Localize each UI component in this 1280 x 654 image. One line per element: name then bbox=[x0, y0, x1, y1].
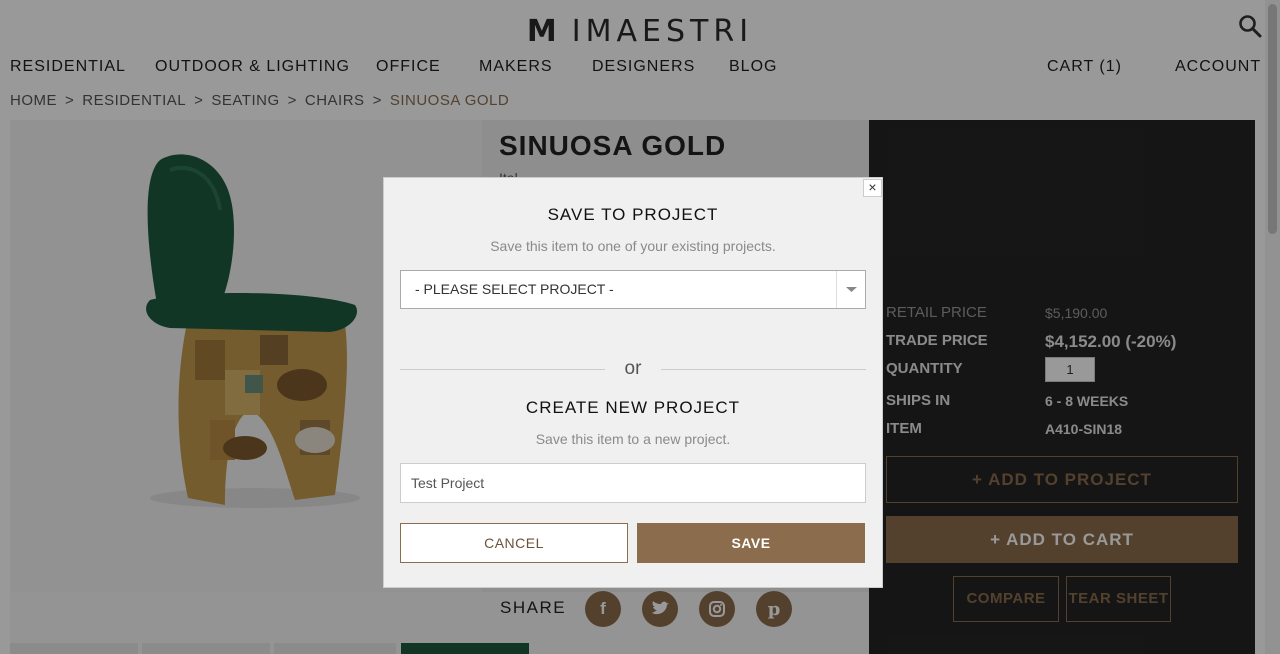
close-icon[interactable]: × bbox=[863, 179, 882, 197]
chevron-down-icon[interactable] bbox=[836, 271, 865, 308]
or-separator: or bbox=[624, 358, 642, 379]
project-select-value: - PLEASE SELECT PROJECT - bbox=[415, 281, 614, 297]
save-button[interactable]: SAVE bbox=[637, 523, 865, 563]
modal-create-subtitle: Save this item to a new project. bbox=[535, 431, 731, 447]
cancel-button[interactable]: CANCEL bbox=[400, 523, 628, 563]
project-name-input[interactable] bbox=[400, 463, 866, 503]
modal-save-title: SAVE TO PROJECT bbox=[547, 205, 719, 224]
modal-create-title: CREATE NEW PROJECT bbox=[525, 398, 741, 417]
modal-save-subtitle: Save this item to one of your existing p… bbox=[490, 238, 776, 254]
